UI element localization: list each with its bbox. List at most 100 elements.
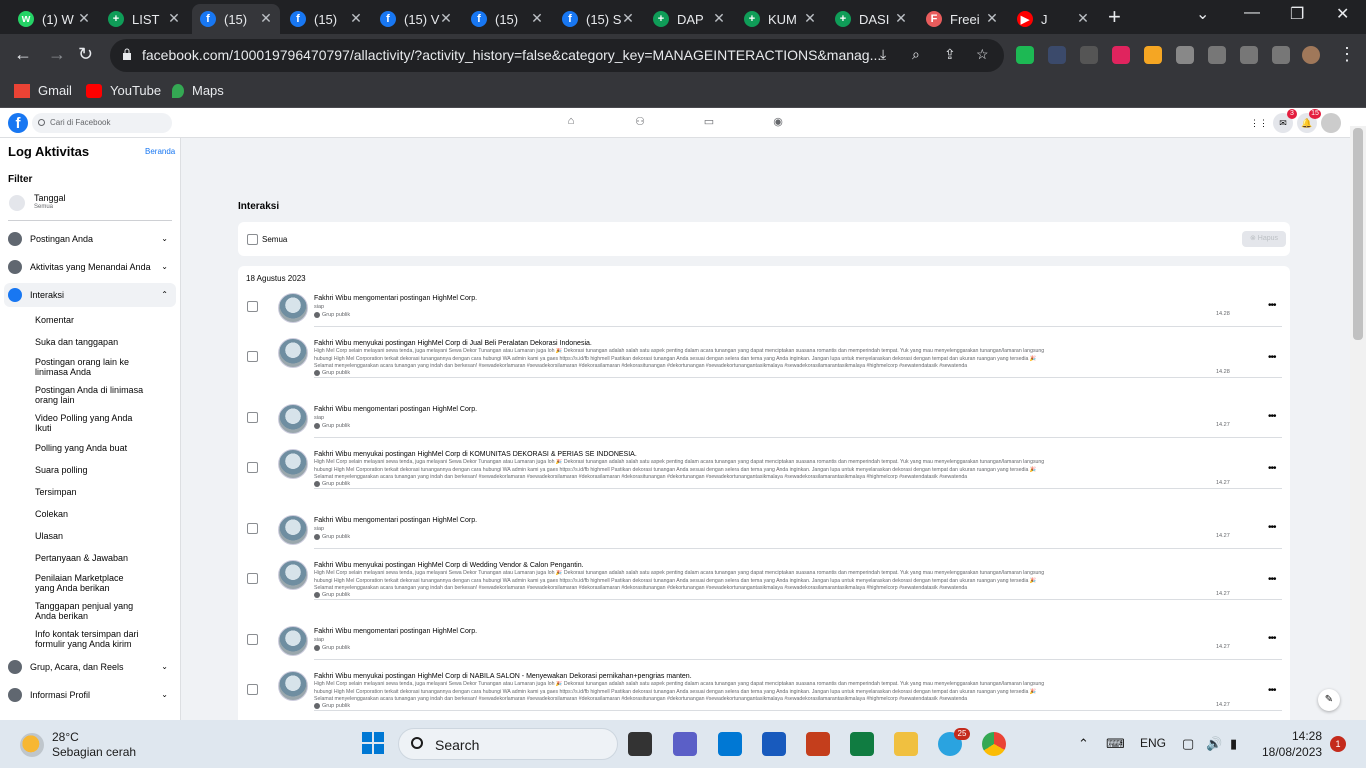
browser-tab[interactable]: + DASI ✕ — [827, 4, 915, 34]
close-tab-icon[interactable]: ✕ — [711, 10, 727, 27]
more-options-icon[interactable]: ••• — [1268, 352, 1276, 363]
start-button[interactable] — [362, 732, 384, 754]
avatar[interactable] — [278, 338, 308, 368]
browser-tab[interactable]: f (15) ✕ — [282, 4, 370, 34]
close-tab-icon[interactable]: ✕ — [802, 10, 818, 27]
target-name[interactable]: HighMel Corp — [418, 673, 461, 680]
target-name[interactable]: HighMel Corp — [418, 340, 461, 347]
display-icon[interactable]: ▢ — [1182, 736, 1194, 752]
browser-tab[interactable]: + LIST ✕ — [100, 4, 188, 34]
avatar[interactable] — [278, 560, 308, 590]
home-icon[interactable]: ⌂ — [564, 115, 578, 129]
close-tab-icon[interactable]: ✕ — [258, 10, 274, 27]
activity-checkbox[interactable] — [247, 412, 258, 423]
target-name[interactable]: HighMel Corp — [418, 562, 461, 569]
keyboard-icon[interactable]: ⌨ — [1106, 736, 1125, 752]
watch-icon[interactable]: ▭ — [702, 115, 716, 129]
bookmark-gmail[interactable]: Gmail — [14, 83, 72, 98]
sidebar-sub-item[interactable]: Tersimpan — [35, 487, 145, 497]
clock[interactable]: 14:28 18/08/2023 — [1262, 728, 1322, 760]
extension-icon[interactable] — [1016, 46, 1034, 64]
cursor-extension-icon[interactable] — [1048, 46, 1066, 64]
sidebar-sub-item[interactable]: Postingan Anda di linimasa orang lain — [35, 385, 145, 405]
sidebar-sub-item[interactable]: Colekan — [35, 509, 145, 519]
volume-icon[interactable]: 🔊 — [1206, 736, 1222, 752]
actor-name[interactable]: Fakhri Wibu — [314, 406, 351, 413]
home-link[interactable]: Beranda — [145, 147, 175, 156]
close-tab-icon[interactable]: ✕ — [438, 10, 454, 27]
battery-icon[interactable]: ▮ — [1230, 736, 1237, 752]
media-icon[interactable] — [1208, 46, 1226, 64]
activity-checkbox[interactable] — [247, 684, 258, 695]
browser-tab[interactable]: + KUM ✕ — [736, 4, 824, 34]
forward-icon[interactable]: → — [48, 44, 66, 65]
avatar[interactable] — [278, 404, 308, 434]
bookmark-youtube[interactable]: YouTube — [86, 83, 161, 98]
browser-tab[interactable]: + DAP ✕ — [645, 4, 733, 34]
activity-checkbox[interactable] — [247, 351, 258, 362]
powerpoint-icon[interactable] — [806, 732, 830, 756]
more-options-icon[interactable]: ••• — [1268, 522, 1276, 533]
more-options-icon[interactable]: ••• — [1268, 633, 1276, 644]
target-name[interactable]: HighMel Corp — [432, 517, 475, 524]
sidebar-sub-item[interactable]: Postingan orang lain ke linimasa Anda — [35, 357, 145, 377]
select-all-checkbox[interactable] — [247, 234, 258, 245]
more-options-icon[interactable]: ••• — [1268, 463, 1276, 474]
task-view-icon[interactable] — [628, 732, 652, 756]
close-tab-icon[interactable]: ✕ — [529, 10, 545, 27]
sidebar-section[interactable]: Aktivitas yang Menandai Anda ⌄ — [4, 255, 176, 279]
file-explorer-icon[interactable] — [894, 732, 918, 756]
sidebar-section[interactable]: Postingan Anda ⌄ — [4, 227, 176, 251]
notifications-icon[interactable]: 🔔 15 — [1297, 109, 1321, 133]
close-tab-icon[interactable]: ✕ — [1075, 10, 1091, 27]
group-name[interactable]: Jual Beli Peralatan Dekorasi Indonesia — [470, 340, 590, 347]
back-icon[interactable]: ← — [14, 44, 32, 65]
weather-widget[interactable]: 28°C Sebagian cerah — [20, 730, 136, 760]
download-icon[interactable] — [1240, 46, 1258, 64]
sidebar-sub-item[interactable]: Suara polling — [35, 465, 145, 475]
browser-tab[interactable]: F Freei ✕ — [918, 4, 1006, 34]
sidebar-sub-item[interactable]: Video Polling yang Anda Ikuti — [35, 413, 145, 433]
sidebar-sub-item[interactable]: Polling yang Anda buat — [35, 443, 145, 453]
activity-checkbox[interactable] — [247, 573, 258, 584]
actor-name[interactable]: Fakhri Wibu — [314, 628, 351, 635]
actor-name[interactable]: Fakhri Wibu — [314, 673, 351, 680]
target-name[interactable]: HighMel Corp — [432, 628, 475, 635]
messenger-icon[interactable]: ✉ 3 — [1273, 109, 1297, 133]
delete-button[interactable]: ⊗ Hapus — [1242, 231, 1286, 247]
bookmark-maps[interactable]: Maps — [172, 83, 224, 98]
minimize-button[interactable]: — — [1244, 4, 1260, 22]
restore-button[interactable]: ❐ — [1290, 4, 1304, 24]
url-bar[interactable]: facebook.com/100019796470797/allactivity… — [110, 39, 1004, 72]
sidebar-sub-item[interactable]: Suka dan tanggapan — [35, 337, 145, 347]
more-options-icon[interactable]: ••• — [1268, 411, 1276, 422]
close-tab-icon[interactable]: ✕ — [166, 10, 182, 27]
browser-tab[interactable]: f (15) S ✕ — [554, 4, 642, 34]
install-icon[interactable]: ⤓ — [880, 46, 886, 63]
target-name[interactable]: HighMel Corp — [432, 406, 475, 413]
activity-checkbox[interactable] — [247, 634, 258, 645]
bookmark-star-icon[interactable]: ☆ — [976, 46, 989, 63]
group-name[interactable]: KOMUNITAS DEKORASI & PERIAS SE INDONESIA — [470, 451, 635, 458]
avatar[interactable] — [278, 626, 308, 656]
extension-icon[interactable] — [1112, 46, 1130, 64]
vscode-icon[interactable] — [718, 732, 742, 756]
close-tab-icon[interactable]: ✕ — [984, 10, 1000, 27]
word-icon[interactable] — [762, 732, 786, 756]
actor-name[interactable]: Fakhri Wibu — [314, 517, 351, 524]
target-name[interactable]: HighMel Corp — [418, 451, 461, 458]
activity-checkbox[interactable] — [247, 301, 258, 312]
actor-name[interactable]: Fakhri Wibu — [314, 295, 351, 302]
date-filter[interactable]: Tanggal Semua — [4, 190, 176, 216]
activity-checkbox[interactable] — [247, 462, 258, 473]
teams-icon[interactable] — [673, 732, 697, 756]
reload-icon[interactable]: ↻ — [78, 44, 93, 65]
chrome-icon[interactable] — [982, 732, 1006, 756]
sidebar-section[interactable]: Grup, Acara, dan Reels ⌄ — [4, 655, 176, 679]
avatar[interactable] — [278, 671, 308, 701]
actor-name[interactable]: Fakhri Wibu — [314, 562, 351, 569]
close-window-button[interactable]: ✕ — [1336, 4, 1349, 24]
page-scrollbar[interactable] — [1350, 126, 1366, 720]
facebook-logo[interactable]: f — [8, 113, 28, 133]
close-tab-icon[interactable]: ✕ — [893, 10, 909, 27]
